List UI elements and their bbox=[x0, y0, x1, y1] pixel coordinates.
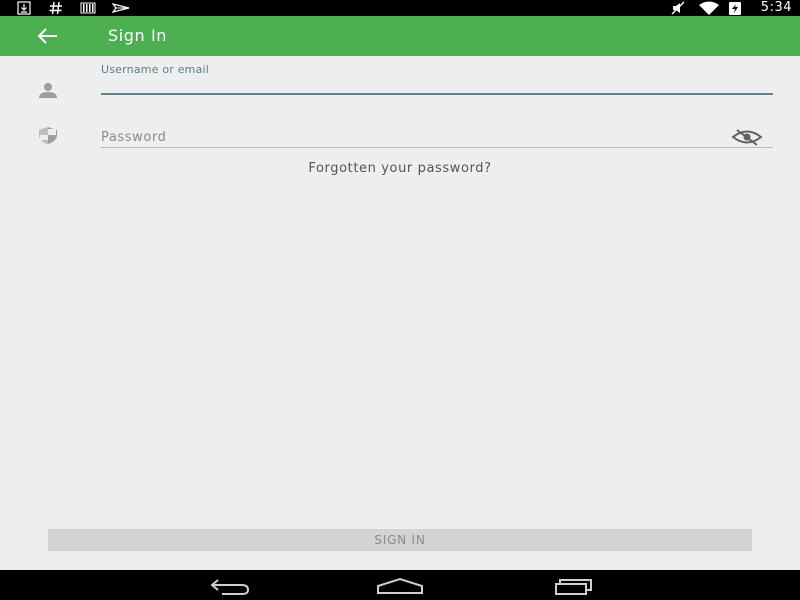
barcode-icon bbox=[80, 0, 96, 16]
username-input[interactable] bbox=[101, 73, 773, 95]
app-bar: Sign In bbox=[0, 16, 800, 56]
forgot-password-link[interactable]: Forgotten your password? bbox=[0, 161, 800, 176]
password-underline bbox=[101, 147, 773, 148]
battery-charging-icon bbox=[728, 0, 742, 16]
wifi-icon bbox=[698, 0, 720, 16]
send-icon bbox=[112, 0, 130, 16]
username-underline bbox=[101, 93, 773, 95]
password-visibility-toggle[interactable] bbox=[731, 128, 763, 146]
nav-recents-button[interactable] bbox=[542, 573, 602, 597]
shield-icon bbox=[37, 126, 59, 148]
sign-in-button[interactable]: SIGN IN bbox=[48, 529, 752, 551]
recents-nav-icon bbox=[555, 579, 592, 595]
arrow-back-icon bbox=[37, 28, 57, 44]
status-clock: 5:34 bbox=[760, 0, 792, 15]
back-button[interactable] bbox=[28, 20, 68, 52]
download-icon bbox=[16, 0, 32, 16]
back-nav-icon bbox=[210, 579, 250, 595]
hash-icon bbox=[48, 0, 64, 16]
person-icon bbox=[38, 82, 58, 102]
navigation-bar bbox=[0, 570, 800, 600]
nav-home-button[interactable] bbox=[370, 573, 430, 597]
muted-icon bbox=[670, 0, 686, 16]
visibility-off-icon bbox=[731, 129, 763, 146]
status-bar: 5:34 bbox=[0, 0, 800, 16]
nav-back-button[interactable] bbox=[198, 573, 258, 597]
home-nav-icon bbox=[377, 577, 423, 594]
password-input[interactable] bbox=[101, 126, 773, 148]
page-title: Sign In bbox=[108, 26, 168, 45]
